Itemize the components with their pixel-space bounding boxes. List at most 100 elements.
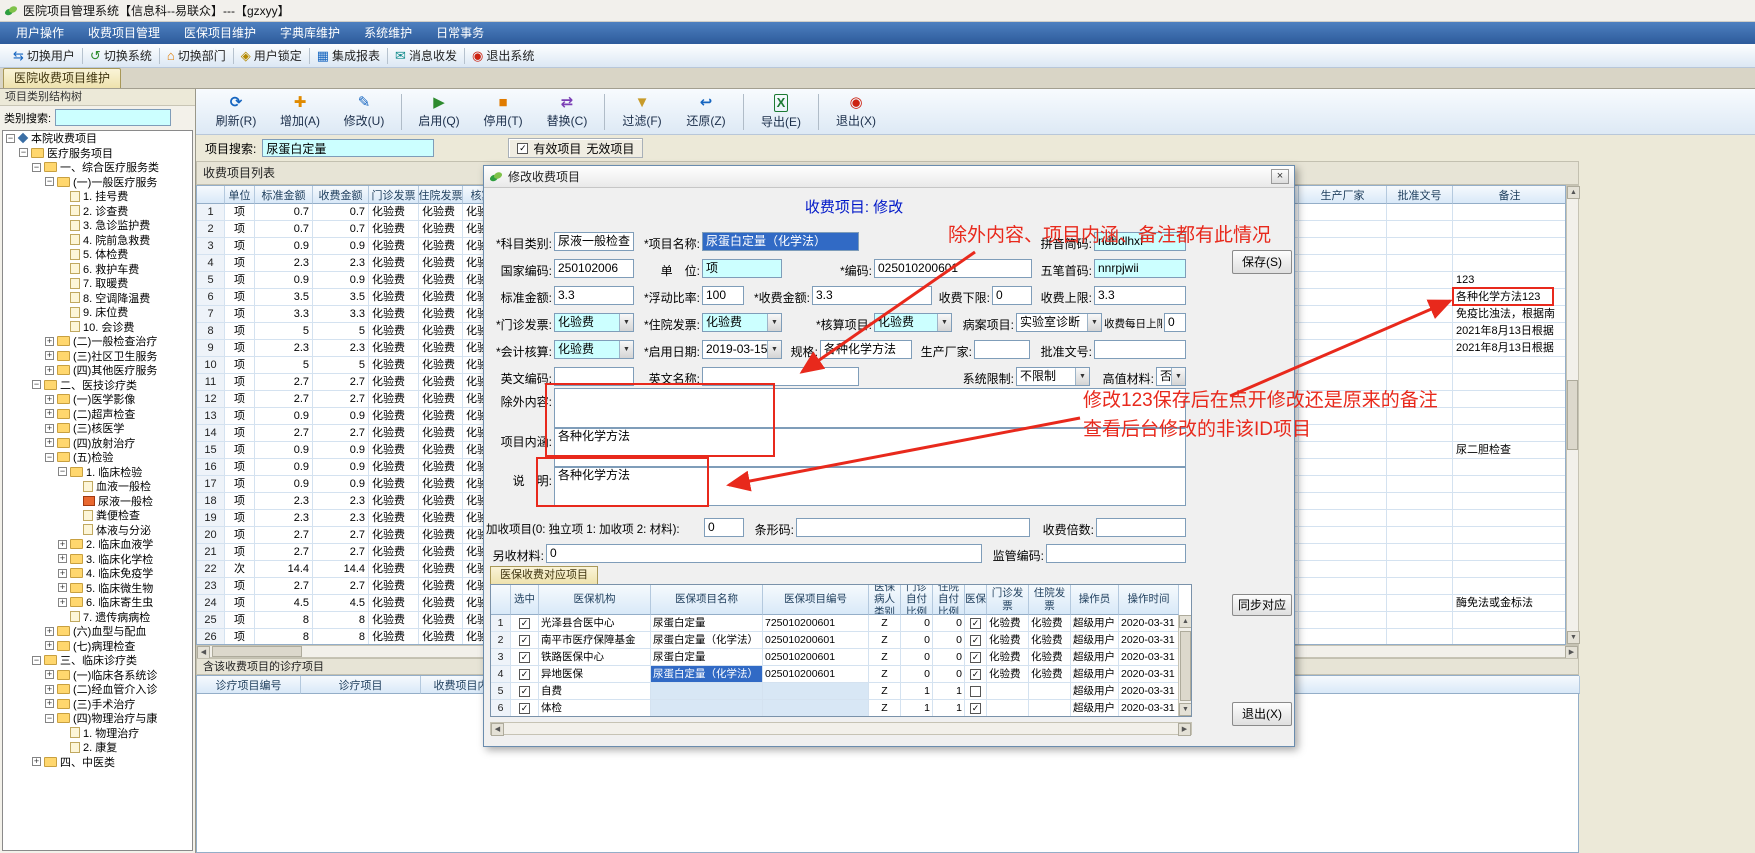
tree-node[interactable]: − 医疗服务项目 (3, 146, 192, 161)
expand-toggle-icon[interactable]: + (45, 423, 54, 433)
scrollbar-thumb[interactable] (1567, 380, 1578, 450)
scroll-right-icon[interactable]: ▶ (1178, 723, 1191, 736)
tree-node[interactable]: 2. 康复 (3, 740, 192, 755)
switch-system-button[interactable]: ↺ 切换系统 (83, 47, 159, 64)
column-header-op-rate[interactable]: 门诊自付比例 (901, 585, 933, 615)
daily_limit-field[interactable]: 0 (1164, 313, 1186, 332)
expand-toggle-icon[interactable]: + (45, 365, 54, 375)
std_amount-field[interactable]: 3.3 (554, 286, 634, 305)
en_name-field[interactable] (702, 367, 859, 386)
enable_date-field[interactable]: 2019-03-15 ▼ (702, 340, 782, 359)
barcode-field[interactable] (796, 518, 1030, 537)
en_code-field[interactable] (554, 367, 634, 386)
expand-toggle-icon[interactable]: − (32, 655, 41, 665)
column-header-std-amount[interactable]: 标准金额 (255, 186, 313, 204)
column-header-approval[interactable]: 批准文号 (1387, 186, 1453, 204)
insurance-row[interactable]: 5 ✓ 自费 Z 1 1 超级用户 2020-03-31 (491, 683, 1191, 700)
expand-toggle-icon[interactable]: + (45, 438, 54, 448)
dropdown-arrow-icon[interactable]: ▼ (1171, 368, 1185, 385)
checkbox-icon[interactable]: ✓ (519, 651, 530, 663)
valid-items-checkbox[interactable]: ✓ (517, 142, 529, 154)
switch-user-button[interactable]: ⇆ 切换用户 (6, 47, 82, 64)
wubi-field[interactable]: nnrpjwii (1094, 259, 1186, 278)
dropdown-arrow-icon[interactable]: ▼ (767, 314, 781, 331)
column-header-row-number[interactable] (491, 585, 511, 615)
tree-node[interactable]: + (三)核医学 (3, 421, 192, 436)
column-header-remark[interactable]: 备注 (1453, 186, 1565, 204)
tree-node[interactable]: + (七)病理检查 (3, 639, 192, 654)
dropdown-arrow-icon[interactable]: ▼ (937, 314, 951, 331)
reports-button[interactable]: ▦ 集成报表 (310, 47, 387, 64)
expand-toggle-icon[interactable]: − (45, 713, 54, 723)
code-field[interactable]: 025010200601 (874, 259, 1032, 278)
category-field[interactable]: 尿液一般检查 (554, 232, 634, 251)
scrollbar-thumb[interactable] (212, 646, 302, 657)
checkbox-icon[interactable]: ✓ (519, 617, 530, 629)
column-header-ip-invoice[interactable]: 住院发票 (1029, 585, 1071, 615)
tree-node[interactable]: 血液一般检 (3, 479, 192, 494)
note-field[interactable]: 各种化学方法 (554, 467, 1186, 506)
insurance-row[interactable]: 3 ✓ 铁路医保中心 尿蛋白定量 025010200601 Z 0 0 ✓ 化验费 化验费 超级用户 2… (491, 649, 1191, 666)
tree-node[interactable]: +5. 临床微生物 (3, 581, 192, 596)
tree-node[interactable]: 3. 急诊监护费 (3, 218, 192, 233)
switch-dept-button[interactable]: ⌂ 切换部门 (160, 47, 233, 64)
tree-node[interactable]: 粪便检查 (3, 508, 192, 523)
menu-item-2[interactable]: 收费项目管理 (76, 22, 172, 44)
expand-toggle-icon[interactable]: − (58, 467, 67, 477)
tree-node[interactable]: 1. 物理治疗 (3, 726, 192, 741)
scroll-left-icon[interactable]: ◀ (491, 723, 504, 736)
tree-node[interactable]: 10. 会诊费 (3, 320, 192, 335)
column-header-operator[interactable]: 操作员 (1071, 585, 1119, 615)
expand-toggle-icon[interactable]: − (6, 133, 15, 143)
dropdown-arrow-icon[interactable]: ▼ (1075, 368, 1089, 385)
expand-toggle-icon[interactable]: − (32, 162, 41, 172)
scrollbar-thumb[interactable] (1179, 630, 1191, 701)
tree-node[interactable]: + 四、中医类 (3, 755, 192, 770)
menu-item-4[interactable]: 字典库维护 (268, 22, 352, 44)
maker-field[interactable] (974, 340, 1030, 359)
unit-field[interactable]: 项 (702, 259, 782, 278)
tree-node[interactable]: + (四)放射治疗 (3, 436, 192, 451)
exclusion-field[interactable] (554, 388, 1186, 428)
column-header-op-invoice[interactable]: 门诊发票 (369, 186, 419, 204)
tree-node[interactable]: +6. 临床寄生虫 (3, 595, 192, 610)
tree-node[interactable]: 8. 空调降温费 (3, 291, 192, 306)
high_value-field[interactable]: 否 ▼ (1156, 367, 1186, 386)
op_invoice-field[interactable]: 化验费 ▼ (554, 313, 634, 332)
checkbox-icon[interactable]: ✓ (519, 685, 530, 697)
column-header-ip-invoice[interactable]: 住院发票 (419, 186, 463, 204)
checkbox-icon[interactable]: ✓ (519, 702, 530, 714)
column-header-ip-rate[interactable]: 住院自付比例 (933, 585, 965, 615)
column-header-insurance-org[interactable]: 医保机构 (539, 585, 651, 615)
tree-node[interactable]: + (六)血型与配血 (3, 624, 192, 639)
dialog-exit-button[interactable]: 退出(X) (1232, 702, 1292, 726)
tree-node[interactable]: +4. 临床免疫学 (3, 566, 192, 581)
expand-toggle-icon[interactable]: + (45, 684, 54, 694)
restore-button[interactable]: ↩ 还原(Z) (674, 91, 738, 133)
treatment-column-header-2[interactable]: 诊疗项目 (301, 676, 421, 694)
column-header-insured[interactable]: 医保 (965, 585, 987, 615)
menu-item-5[interactable]: 系统维护 (352, 22, 424, 44)
column-header-selected[interactable]: 选中 (511, 585, 539, 615)
save-button[interactable]: 保存(S) (1232, 250, 1292, 274)
expand-toggle-icon[interactable]: + (45, 626, 54, 636)
connotation-field[interactable]: 各种化学方法 (554, 428, 1186, 467)
checkbox-icon[interactable]: ✓ (970, 617, 981, 629)
checkbox-icon[interactable]: ✓ (970, 668, 981, 680)
tree-node[interactable]: + (二)超声检查 (3, 407, 192, 422)
checkbox-icon[interactable] (970, 685, 981, 697)
dropdown-arrow-icon[interactable]: ▼ (767, 341, 781, 358)
expand-toggle-icon[interactable]: + (58, 554, 67, 564)
tree-node[interactable]: 7. 取暖费 (3, 276, 192, 291)
disable-button[interactable]: ■ 停用(T) (471, 91, 535, 133)
fin_acct-field[interactable]: 化验费 ▼ (554, 340, 634, 359)
refresh-button[interactable]: ⟳ 刷新(R) (204, 91, 268, 133)
tree-node[interactable]: 1. 挂号费 (3, 189, 192, 204)
exit-system-button[interactable]: ◉ 退出系统 (465, 47, 541, 64)
expand-toggle-icon[interactable]: − (32, 380, 41, 390)
checkbox-icon[interactable]: ✓ (970, 634, 981, 646)
checkbox-icon[interactable]: ✓ (970, 651, 981, 663)
expand-toggle-icon[interactable]: + (45, 409, 54, 419)
tab-insurance-mapping[interactable]: 医保收费对应项目 (490, 566, 598, 584)
tree-node[interactable]: + (三)手术治疗 (3, 697, 192, 712)
